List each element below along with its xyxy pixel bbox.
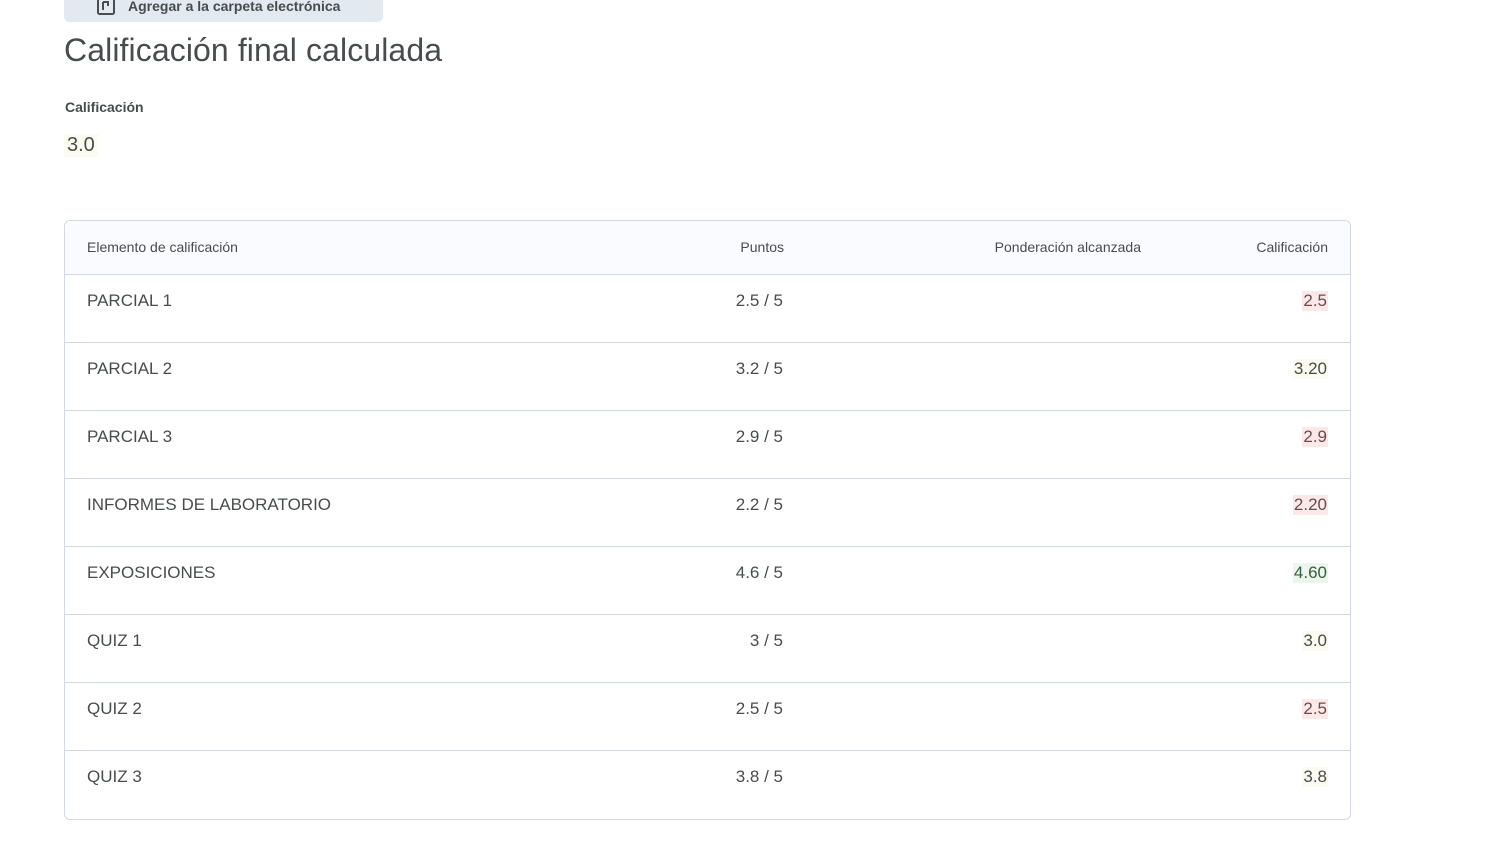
grade-item-weight — [784, 682, 1141, 751]
grade-item-grade: 2.5 — [1302, 698, 1328, 719]
final-grade-value: 3.0 — [64, 134, 98, 157]
grade-item-points: 3 / 5 — [608, 614, 784, 683]
grade-item-grade: 2.20 — [1292, 494, 1328, 515]
grade-item-grade: 4.60 — [1292, 562, 1328, 583]
grade-item-points: 2.5 / 5 — [608, 682, 784, 751]
grade-item-grade-cell: 2.9 — [1141, 410, 1350, 479]
table-row: PARCIAL 1 2.5 / 5 2.5 — [65, 274, 1350, 343]
add-to-eportfolio-label: Agregar a la carpeta electrónica — [128, 0, 341, 14]
grade-item-name: QUIZ 1 — [65, 614, 608, 683]
final-grade-label: Calificación — [65, 99, 144, 115]
grades-table: Elemento de calificación Puntos Ponderac… — [65, 221, 1350, 818]
page-title: Calificación final calculada — [64, 32, 443, 68]
grade-item-weight — [784, 410, 1141, 479]
grade-item-weight — [784, 342, 1141, 411]
table-row: QUIZ 3 3.8 / 5 3.8 — [65, 750, 1350, 818]
grade-item-grade-cell: 3.0 — [1141, 614, 1350, 683]
header-grade: Calificación — [1141, 221, 1350, 275]
grade-item-points: 2.5 / 5 — [608, 274, 784, 343]
table-row: INFORMES DE LABORATORIO 2.2 / 5 2.20 — [65, 478, 1350, 547]
grade-item-grade: 2.9 — [1302, 426, 1328, 447]
grade-item-name: PARCIAL 1 — [65, 274, 608, 343]
grade-item-points: 4.6 / 5 — [608, 546, 784, 615]
table-row: QUIZ 2 2.5 / 5 2.5 — [65, 682, 1350, 751]
grade-item-points: 3.2 / 5 — [608, 342, 784, 411]
grade-item-name: PARCIAL 3 — [65, 410, 608, 479]
table-row: PARCIAL 3 2.9 / 5 2.9 — [65, 410, 1350, 479]
grade-item-points: 2.9 / 5 — [608, 410, 784, 479]
grade-item-weight — [784, 274, 1141, 343]
table-row: QUIZ 13 / 5 3.0 — [65, 614, 1350, 683]
grade-item-grade-cell: 2.20 — [1141, 478, 1350, 547]
grades-table-container: Elemento de calificación Puntos Ponderac… — [64, 220, 1351, 820]
header-grade-item: Elemento de calificación — [65, 221, 608, 275]
grade-item-name: QUIZ 2 — [65, 682, 608, 751]
grade-item-grade-cell: 3.8 — [1141, 750, 1350, 818]
grade-item-name: INFORMES DE LABORATORIO — [65, 478, 608, 547]
table-row: PARCIAL 2 3.2 / 5 3.20 — [65, 342, 1350, 411]
grade-item-name: EXPOSICIONES — [65, 546, 608, 615]
header-points: Puntos — [608, 221, 784, 275]
grade-item-weight — [784, 546, 1141, 615]
header-weight-achieved: Ponderación alcanzada — [784, 221, 1141, 275]
grade-item-grade: 3.20 — [1292, 358, 1328, 379]
grade-item-grade-cell: 2.5 — [1141, 274, 1350, 343]
grade-item-name: PARCIAL 2 — [65, 342, 608, 411]
grade-item-grade-cell: 4.60 — [1141, 546, 1350, 615]
grade-item-name: QUIZ 3 — [87, 766, 142, 786]
grade-item-grade-cell: 2.5 — [1141, 682, 1350, 751]
grade-item-grade: 2.5 — [1302, 290, 1328, 311]
grades-table-body: PARCIAL 1 2.5 / 5 2.5 PARCIAL 2 3.2 / 5 3.20 P… — [65, 274, 1350, 818]
table-row: EXPOSICIONES 4.6 / 5 4.60 — [65, 546, 1350, 615]
grade-item-points: 2.2 / 5 — [608, 478, 784, 547]
grade-item-weight — [784, 750, 1141, 818]
grade-item-weight — [784, 614, 1141, 683]
briefcase-add-icon — [96, 0, 116, 16]
table-header-row: Elemento de calificación Puntos Ponderac… — [65, 221, 1350, 275]
grade-item-grade: 3.0 — [1302, 630, 1328, 651]
add-to-eportfolio-button[interactable]: Agregar a la carpeta electrónica — [64, 0, 383, 22]
grade-item-weight — [784, 478, 1141, 547]
grade-item-grade: 3.8 — [1302, 766, 1328, 787]
grade-item-grade-cell: 3.20 — [1141, 342, 1350, 411]
grade-item-points: 3.8 / 5 — [735, 766, 783, 786]
